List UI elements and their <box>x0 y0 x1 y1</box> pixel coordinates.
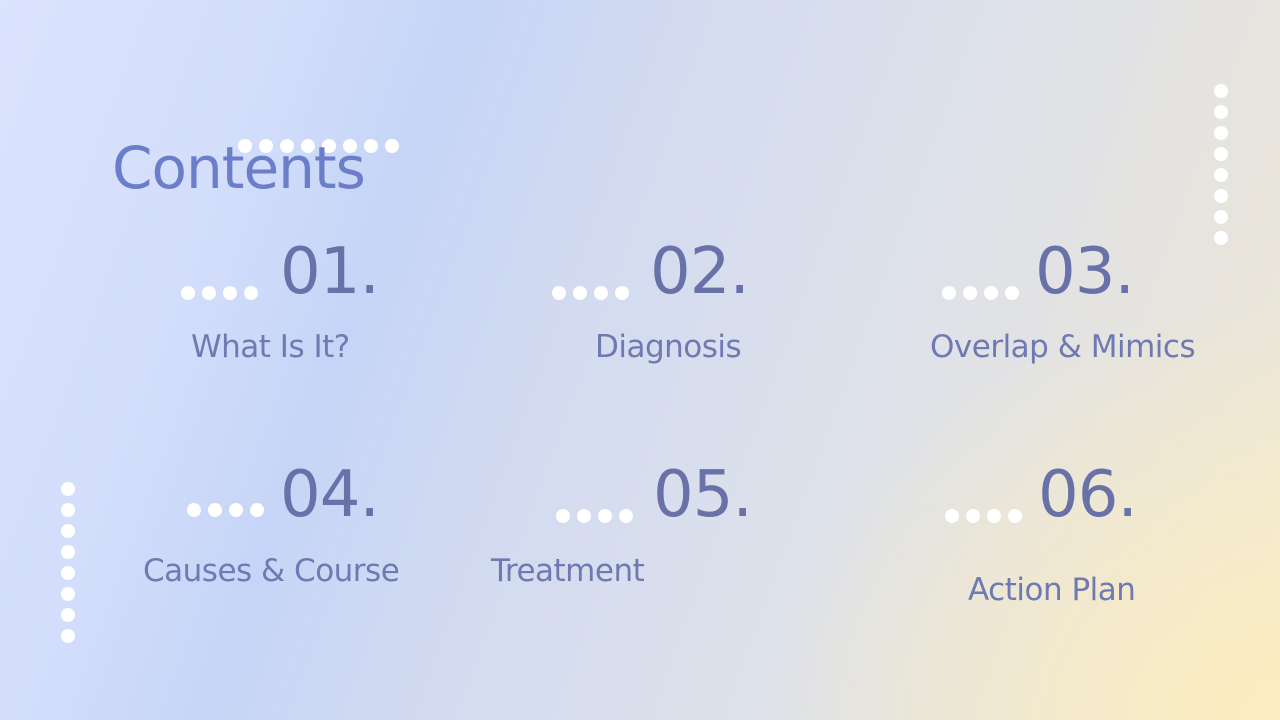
item-04-label: Causes & Course <box>143 553 400 589</box>
page-title: Contents <box>112 134 366 202</box>
item-04-number: 04. <box>280 458 380 532</box>
item-05-dots <box>556 509 633 523</box>
item-03-label: Overlap & Mimics <box>930 329 1196 365</box>
item-04-dots <box>187 503 264 517</box>
item-06-dots <box>945 509 1022 523</box>
item-02-label: Diagnosis <box>595 329 742 365</box>
item-06-number: 06. <box>1038 458 1138 532</box>
item-03-dots <box>942 286 1019 300</box>
item-01-label: What Is It? <box>191 329 350 365</box>
item-02-number: 02. <box>650 235 750 309</box>
item-01-number: 01. <box>280 235 380 309</box>
item-01-dots <box>181 286 258 300</box>
item-06-label: Action Plan <box>968 572 1136 608</box>
left-dot-column <box>61 482 75 643</box>
item-02-dots <box>552 286 629 300</box>
item-05-number: 05. <box>653 458 753 532</box>
item-03-number: 03. <box>1035 235 1135 309</box>
item-05-label: Treatment <box>491 553 645 589</box>
right-dot-column <box>1214 84 1228 245</box>
